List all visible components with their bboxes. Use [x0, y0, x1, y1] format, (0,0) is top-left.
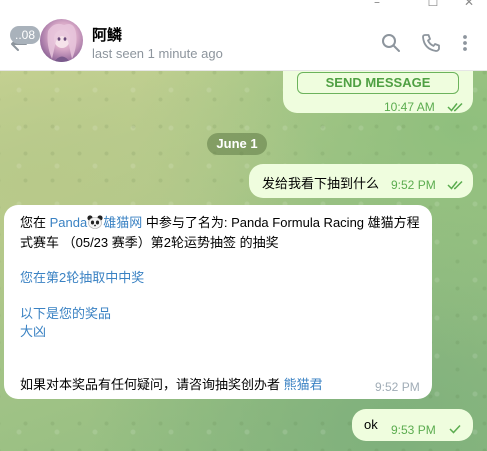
unread-count-badge: ..08 [10, 26, 41, 44]
double-check-icon [447, 102, 463, 112]
message-line: 如果对本奖品有任何疑问，请咨询抽奖创办者 熊猫君 [20, 374, 323, 393]
chat-history[interactable]: SEND MESSAGE 10:47 AM June 1 发给我看下抽到什么 9… [0, 71, 487, 451]
avatar[interactable] [40, 19, 83, 62]
more-vertical-icon[interactable] [455, 33, 475, 53]
single-check-icon [449, 424, 461, 434]
message-time: 9:52 PM [375, 380, 420, 394]
message-text: 中参与了名为: Panda Formula Racing 雄猫方程 [142, 215, 420, 230]
message-text: 如果对本奖品有任何疑问，请咨询抽奖创办者 [20, 377, 284, 392]
outgoing-message-bubble: 发给我看下抽到什么 9:52 PM [249, 164, 473, 198]
date-separator: June 1 [207, 133, 267, 155]
xiongmao-link[interactable]: 雄猫网 [103, 215, 142, 230]
phone-icon[interactable] [421, 33, 441, 53]
message-text: 您在第2轮抽取中中奖 [20, 270, 145, 285]
last-seen-status: last seen 1 minute ago [92, 46, 223, 61]
incoming-message-bubble: 您在 Panda 雄猫网 中参与了名为: Panda Formula Racin… [4, 205, 432, 399]
message-time: 10:47 AM [384, 100, 435, 114]
avatar-image [47, 23, 77, 62]
message-time: 9:53 PM [391, 423, 436, 437]
outgoing-message-bubble: SEND MESSAGE 10:47 AM [283, 71, 473, 114]
chat-header: ..08 阿鳞 last seen 1 minute ago [0, 11, 487, 71]
window-title-bar: – ☐ ✕ [0, 0, 487, 11]
message-text: 发给我看下抽到什么 [262, 176, 380, 191]
message-time: 9:52 PM [391, 178, 436, 192]
message-text: ok [364, 417, 378, 432]
double-check-icon [447, 180, 463, 190]
search-icon[interactable] [381, 33, 401, 53]
minimize-button[interactable]: – [368, 0, 386, 9]
chat-title[interactable]: 阿鳞 [92, 24, 122, 45]
message-text: 式赛车 （05/23 赛季）第2轮运势抽签 的抽奖 [20, 235, 279, 250]
back-button[interactable]: ..08 [4, 25, 41, 51]
message-text: 大凶 [20, 324, 47, 339]
message-text: 以下是您的奖品 [20, 306, 112, 321]
send-message-button[interactable]: SEND MESSAGE [297, 72, 459, 94]
close-window-button[interactable]: ✕ [460, 0, 478, 9]
organizer-link[interactable]: 熊猫君 [284, 377, 323, 392]
panda-emoji-icon [87, 215, 103, 229]
message-text: 您在 [20, 215, 50, 230]
message-line: 您在 Panda 雄猫网 中参与了名为: Panda Formula Racin… [20, 212, 420, 231]
outgoing-message-bubble: ok 9:53 PM [352, 409, 473, 441]
panda-link[interactable]: Panda [50, 215, 88, 230]
maximize-button[interactable]: ☐ [424, 0, 442, 9]
